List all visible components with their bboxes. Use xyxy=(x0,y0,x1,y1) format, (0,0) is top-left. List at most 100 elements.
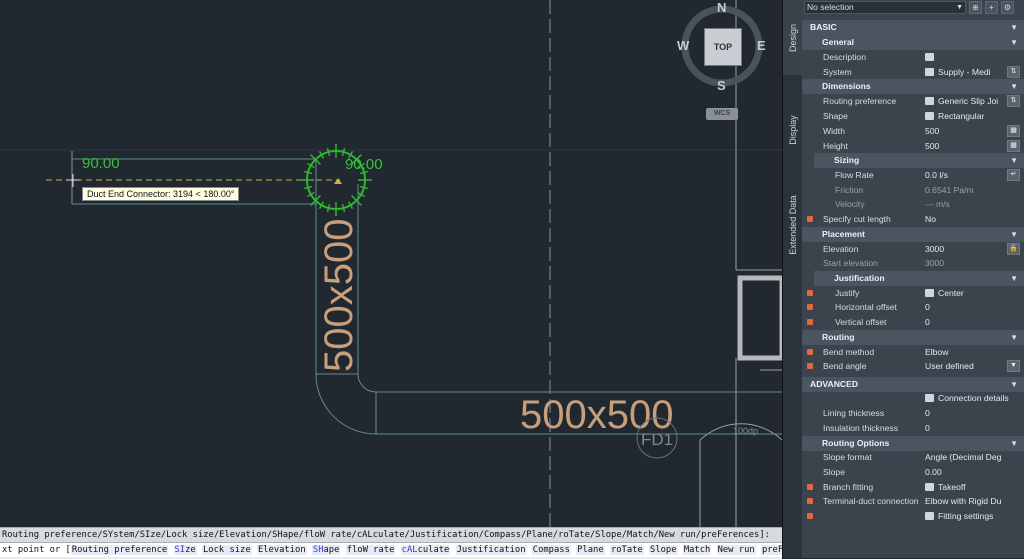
tab-design[interactable]: Design xyxy=(783,0,803,75)
property-value[interactable]: Elbow with Rigid Du xyxy=(925,496,1009,506)
property-value[interactable]: 3000 xyxy=(925,258,1009,268)
chevron-down-icon[interactable]: ▼ xyxy=(1010,156,1018,165)
property-value[interactable]: 0 xyxy=(925,423,1009,433)
tab-display[interactable]: Display xyxy=(783,75,803,185)
property-value[interactable]: Takeoff xyxy=(925,482,1009,492)
property-value[interactable]: Supply - Medi xyxy=(925,67,1009,77)
command-line[interactable]: Routing preference/SYstem/SIze/Lock size… xyxy=(0,527,782,559)
prop-flow-rate[interactable]: Flow Rate 0.0 l/s ↵ xyxy=(802,168,1024,183)
command-option[interactable]: Lock size xyxy=(201,545,252,555)
prop-fitting-settings[interactable]: Fitting settings xyxy=(802,509,1024,524)
property-button-icon[interactable]: ▦ xyxy=(1007,140,1020,153)
sec-routing-options[interactable]: Routing Options ▼ xyxy=(802,436,1024,451)
command-option[interactable]: Slope xyxy=(649,545,678,555)
prop-justify[interactable]: Justify Center xyxy=(802,286,1024,301)
prop-routing-preference[interactable]: Routing preference Generic Slip Joi ⇅ xyxy=(802,94,1024,109)
property-value[interactable]: Generic Slip Joi xyxy=(925,96,1009,106)
drawing-canvas[interactable]: 90.00 90.00 500x500 500x500 FD1 100dp Du… xyxy=(0,0,782,527)
command-option[interactable]: cALculate xyxy=(400,545,451,555)
wcs-button[interactable]: WCS xyxy=(706,108,738,120)
prop-connection-details[interactable]: Connection details xyxy=(802,391,1024,406)
chevron-down-icon[interactable]: ▼ xyxy=(1010,439,1018,448)
selection-dropdown[interactable]: No selection ▼ xyxy=(804,0,966,14)
prop-v-offset[interactable]: Vertical offset 0 xyxy=(802,315,1024,330)
prop-terminal[interactable]: Terminal-duct connection Elbow with Rigid… xyxy=(802,494,1024,509)
prop-system[interactable]: System Supply - Medi ⇅ xyxy=(802,65,1024,80)
command-option[interactable]: floW rate xyxy=(345,545,396,555)
property-value[interactable]: --- m/s xyxy=(925,199,1009,209)
viewcube-top-face[interactable]: TOP xyxy=(704,28,742,66)
property-value[interactable]: 0.6541 Pa/m xyxy=(925,185,1009,195)
command-option[interactable]: Plane xyxy=(576,545,605,555)
property-button-icon[interactable]: ↵ xyxy=(1007,169,1020,182)
command-option[interactable]: SHape xyxy=(311,545,341,555)
prop-bend-method[interactable]: Bend method Elbow xyxy=(802,345,1024,360)
chevron-down-icon[interactable]: ▼ xyxy=(1010,82,1018,91)
compass-east[interactable]: E xyxy=(757,38,766,53)
prop-lining[interactable]: Lining thickness 0 xyxy=(802,406,1024,421)
drawing-svg[interactable]: 90.00 90.00 500x500 500x500 FD1 100dp xyxy=(0,0,782,527)
property-button-icon[interactable]: 🔒 xyxy=(1007,243,1020,256)
prop-bend-angle[interactable]: Bend angle User defined ▼ xyxy=(802,359,1024,374)
property-value[interactable]: 0.0 l/s xyxy=(925,170,1009,180)
sec-routing[interactable]: Routing ▼ xyxy=(802,330,1024,345)
prop-height[interactable]: Height 500 ▦ xyxy=(802,139,1024,154)
chevron-down-icon[interactable]: ▼ xyxy=(1010,38,1018,47)
property-value[interactable]: 500 xyxy=(925,141,1009,151)
quick-select-icon[interactable]: ⊕ xyxy=(969,0,982,14)
sec-dimensions[interactable]: Dimensions ▼ xyxy=(802,79,1024,94)
property-value[interactable]: 500 xyxy=(925,126,1009,136)
property-value[interactable]: No xyxy=(925,214,1009,224)
prop-start-elevation[interactable]: Start elevation 3000 xyxy=(802,256,1024,271)
tab-extended-data[interactable]: Extended Data xyxy=(783,185,803,265)
sec-justification[interactable]: Justification ▼ xyxy=(814,271,1024,286)
command-option[interactable]: Match xyxy=(682,545,712,555)
prop-h-offset[interactable]: Horizontal offset 0 xyxy=(802,300,1024,315)
property-value[interactable]: Elbow xyxy=(925,347,1009,357)
command-option[interactable]: Routing preference xyxy=(70,545,169,555)
property-value[interactable]: 0 xyxy=(925,408,1009,418)
property-value[interactable]: 3000 xyxy=(925,244,1009,254)
prop-elevation[interactable]: Elevation 3000 🔒 xyxy=(802,242,1024,257)
sec-advanced[interactable]: ADVANCED ▼ xyxy=(802,377,1024,392)
property-value[interactable]: Center xyxy=(925,288,1009,298)
command-option[interactable]: Elevation xyxy=(256,545,307,555)
prop-insulation[interactable]: Insulation thickness 0 xyxy=(802,421,1024,436)
sec-general[interactable]: General ▼ xyxy=(802,35,1024,50)
prop-shape[interactable]: Shape Rectangular xyxy=(802,109,1024,124)
chevron-down-icon[interactable]: ▼ xyxy=(1010,274,1018,283)
command-option[interactable]: SIze xyxy=(173,545,197,555)
add-icon[interactable]: + xyxy=(985,0,998,14)
property-value[interactable]: 0 xyxy=(925,302,1009,312)
command-prompt-line[interactable]: xt point or [Routing preference SIze Loc… xyxy=(0,542,782,557)
prop-width[interactable]: Width 500 ▦ xyxy=(802,124,1024,139)
prop-description[interactable]: Description xyxy=(802,50,1024,65)
command-option[interactable]: roTate xyxy=(609,545,644,555)
chevron-down-icon[interactable]: ▼ xyxy=(1010,230,1018,239)
prop-cut-length[interactable]: Specify cut length No xyxy=(802,212,1024,227)
settings-icon[interactable]: ⚙ xyxy=(1001,0,1014,14)
prop-friction[interactable]: Friction 0.6541 Pa/m xyxy=(802,183,1024,198)
command-option[interactable]: Compass xyxy=(531,545,571,555)
property-value[interactable]: 0.00 xyxy=(925,467,1009,477)
property-value[interactable]: User defined xyxy=(925,361,1009,371)
property-button-icon[interactable]: ⇅ xyxy=(1007,66,1020,79)
property-value[interactable]: 0 xyxy=(925,317,1009,327)
command-option[interactable]: Justification xyxy=(455,545,527,555)
sec-sizing[interactable]: Sizing ▼ xyxy=(814,153,1024,168)
compass-south[interactable]: S xyxy=(717,78,726,93)
sec-placement[interactable]: Placement ▼ xyxy=(802,227,1024,242)
prop-slope-format[interactable]: Slope format Angle (Decimal Deg xyxy=(802,450,1024,465)
property-value[interactable]: Connection details xyxy=(925,393,1009,403)
command-option[interactable]: New run xyxy=(716,545,756,555)
chevron-down-icon[interactable]: ▼ xyxy=(1007,360,1020,373)
chevron-down-icon[interactable]: ▼ xyxy=(1010,23,1018,32)
property-button-icon[interactable]: ▦ xyxy=(1007,125,1020,138)
prop-branch-fitting[interactable]: Branch fitting Takeoff xyxy=(802,480,1024,495)
compass-north[interactable]: N xyxy=(717,0,726,15)
prop-velocity[interactable]: Velocity --- m/s xyxy=(802,197,1024,212)
property-value[interactable]: Fitting settings xyxy=(925,511,1009,521)
command-option[interactable]: preFerences xyxy=(760,545,782,555)
property-value[interactable]: Rectangular xyxy=(925,111,1009,121)
chevron-down-icon[interactable]: ▼ xyxy=(1010,380,1018,389)
